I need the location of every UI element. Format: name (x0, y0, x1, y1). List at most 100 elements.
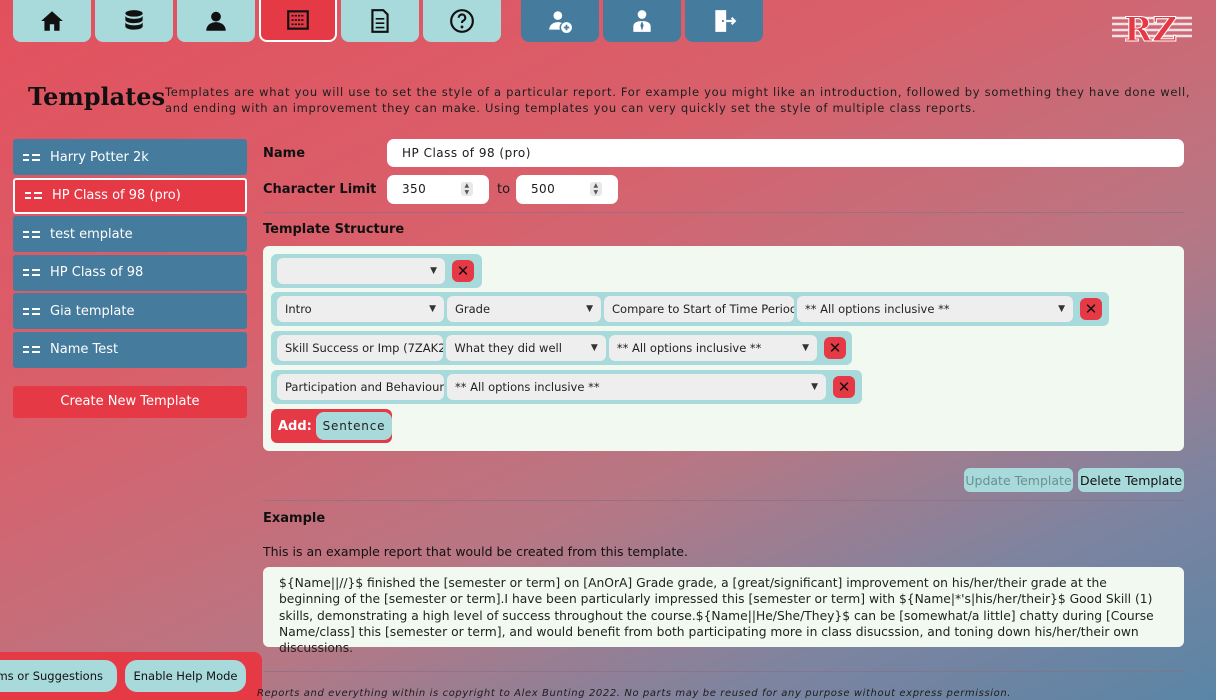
template-item-label: test emplate (50, 226, 133, 242)
nav-database-button[interactable] (95, 0, 173, 42)
account-icon (633, 10, 651, 32)
option-select[interactable]: Grade ▼ (447, 296, 601, 322)
template-structure-label: Template Structure (263, 222, 405, 237)
logo-text: RZ (1124, 10, 1177, 48)
drag-handle-icon[interactable] (23, 230, 40, 238)
part-select[interactable]: ▼ (277, 258, 445, 284)
chevron-down-icon: ▼ (430, 266, 437, 276)
nav-help-button[interactable] (423, 0, 501, 42)
remove-row-button[interactable]: ✕ (452, 260, 474, 282)
nav-templates-button[interactable] (259, 0, 337, 42)
nav-reports-button[interactable] (341, 0, 419, 42)
template-item-label: HP Class of 98 (50, 265, 144, 281)
part-select[interactable]: Intro ▼ (277, 296, 444, 322)
select-value: ** All options inclusive ** (455, 380, 600, 394)
template-item-gia-template[interactable]: Gia template (13, 293, 247, 330)
chevron-down-icon: ▼ (811, 382, 818, 392)
spinner-icon[interactable]: ▲ ▼ (590, 182, 602, 196)
select-value: Skill Success or Imp (7ZAK2) (285, 341, 444, 355)
divider (263, 212, 1184, 213)
divider (263, 500, 1184, 501)
template-item-hp-class-98-pro[interactable]: HP Class of 98 (pro) (13, 177, 247, 214)
chevron-down-icon: ▼ (590, 343, 598, 353)
chevron-down-icon: ▼ (802, 343, 810, 353)
limit-max-input[interactable]: 500 ▲ ▼ (516, 175, 618, 204)
delete-template-button[interactable]: Delete Template (1078, 468, 1184, 492)
template-item-harry-potter-2k[interactable]: Harry Potter 2k (13, 139, 247, 175)
add-part-group: Add: Sentence (271, 409, 392, 443)
structure-row: Participation and Behaviour▼ ** All opti… (271, 370, 862, 404)
copyright-footer: Reports and everything within is copyrig… (257, 688, 1012, 699)
close-icon: ✕ (828, 339, 842, 357)
character-limit-label: Character Limit (263, 182, 377, 197)
drag-handle-icon[interactable] (23, 153, 40, 161)
nav-account-button[interactable] (603, 0, 681, 42)
limit-to-label: to (497, 182, 511, 197)
divider (263, 671, 1184, 672)
option-select[interactable]: ** All options inclusive ** ▼ (608, 335, 818, 361)
name-label: Name (263, 146, 306, 161)
top-navigation: RZ (0, 0, 1216, 48)
option-select[interactable]: ** All options inclusive ** ▼ (797, 296, 1073, 322)
limit-min-input[interactable]: 350 ▲ ▼ (387, 175, 489, 204)
structure-row: Intro ▼ Grade ▼ Compare to Start of Time P… (271, 292, 1109, 326)
select-value: Intro (285, 302, 312, 316)
add-sentence-button[interactable]: Sentence (315, 412, 392, 440)
template-item-label: Harry Potter 2k (50, 149, 149, 165)
help-icon (450, 9, 474, 33)
page-intro: Templates are what you will use to set t… (165, 85, 1191, 115)
template-item-label: Name Test (50, 342, 119, 358)
remove-row-button[interactable]: ✕ (833, 376, 855, 398)
select-value: Grade (455, 302, 491, 316)
part-select[interactable]: Skill Success or Imp (7ZAK2)▼ (277, 335, 444, 361)
template-item-name-test[interactable]: Name Test (13, 331, 247, 368)
update-template-button[interactable]: Update Template (964, 468, 1073, 492)
problems-suggestions-button[interactable]: Problems or Suggestions (0, 660, 117, 692)
logout-icon (715, 10, 737, 32)
drag-handle-icon[interactable] (23, 307, 40, 315)
close-icon: ✕ (837, 378, 851, 396)
nav-home-button[interactable] (13, 0, 91, 42)
app-logo: RZ (1112, 10, 1192, 48)
home-icon (41, 11, 63, 31)
example-report-text: ${Name||//}$ finished the [semester or t… (263, 567, 1184, 655)
nav-students-button[interactable] (177, 0, 255, 42)
structure-row: ▼ ✕ (271, 254, 482, 288)
nav-logout-button[interactable] (685, 0, 763, 42)
create-template-button[interactable]: Create New Template (13, 385, 247, 418)
close-icon: ✕ (1084, 300, 1098, 318)
template-item-hp-class-98[interactable]: HP Class of 98 (13, 254, 247, 291)
template-item-label: Gia template (50, 303, 135, 319)
problems-label: Problems or Suggestions (0, 669, 103, 683)
select-value: Participation and Behaviour (285, 380, 444, 394)
drag-handle-icon[interactable] (25, 192, 42, 200)
limit-min-value: 350 (402, 182, 427, 196)
chevron-down-icon: ▼ (586, 304, 593, 314)
document-icon (371, 9, 389, 33)
user-icon (206, 11, 226, 31)
drag-handle-icon[interactable] (23, 346, 40, 354)
nav-add-user-button[interactable] (521, 0, 599, 42)
template-name-input[interactable]: HP Class of 98 (pro) (387, 139, 1184, 167)
template-item-label: HP Class of 98 (pro) (52, 188, 181, 204)
option-select[interactable]: Compare to Start of Time Period▼ (604, 296, 794, 322)
select-value: ** All options inclusive ** (616, 341, 762, 355)
option-select[interactable]: What they did well ▼ (446, 335, 606, 361)
remove-row-button[interactable]: ✕ (1080, 298, 1102, 320)
add-label: Add: (278, 418, 312, 434)
part-select[interactable]: Participation and Behaviour▼ (277, 374, 444, 400)
drag-handle-icon[interactable] (23, 269, 40, 277)
select-value: ** All options inclusive ** (805, 302, 950, 316)
template-icon (287, 10, 309, 30)
option-select[interactable]: ** All options inclusive ** ▼ (447, 374, 826, 400)
chevron-down-icon: ▼ (429, 304, 436, 314)
remove-row-button[interactable]: ✕ (824, 337, 846, 359)
limit-max-value: 500 (531, 182, 556, 196)
spinner-icon[interactable]: ▲ ▼ (461, 182, 473, 196)
template-structure-panel: ▼ ✕ Intro ▼ Grade ▼ Compare to Start of Ti… (263, 246, 1184, 451)
add-user-icon (549, 11, 572, 33)
example-heading: Example (263, 511, 326, 526)
template-item-test-emplate[interactable]: test emplate (13, 216, 247, 253)
page-title: Templates (28, 82, 166, 111)
enable-help-mode-button[interactable]: Enable Help Mode (125, 660, 246, 692)
